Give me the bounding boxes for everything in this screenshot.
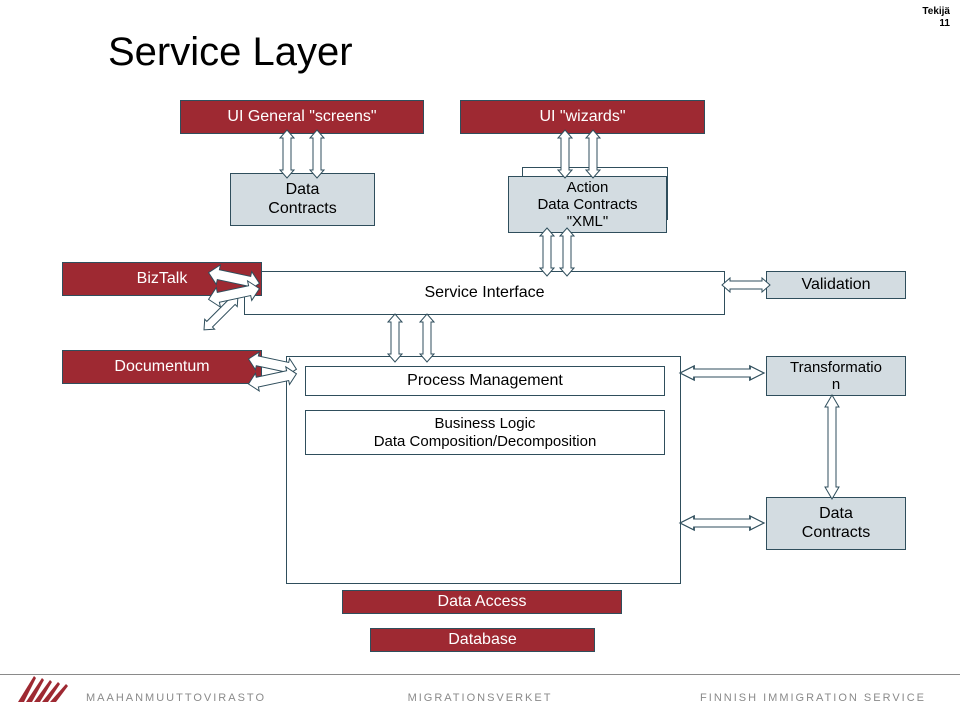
footer-mid: MIGRATIONSVERKET [408, 692, 553, 704]
slide: Tekijä 11 Service Layer UI General "scre… [0, 0, 960, 718]
footer-right: FINNISH IMMIGRATION SERVICE [700, 692, 926, 704]
logo-icon [16, 670, 76, 704]
arrows-layer [0, 0, 960, 718]
footer-divider [0, 674, 960, 675]
footer-left: MAAHANMUUTTOVIRASTO [86, 692, 266, 704]
